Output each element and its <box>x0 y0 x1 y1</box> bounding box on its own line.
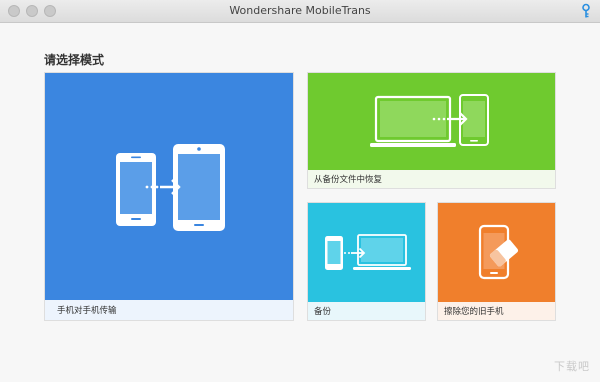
phone-to-phone-label: 手机对手机传输 <box>45 300 293 320</box>
restore-art <box>308 73 555 172</box>
watermark: 下载吧 <box>554 360 590 373</box>
erase-phone-tile[interactable]: 擦除您的旧手机 <box>437 202 556 321</box>
restore-from-backup-tile[interactable]: 从备份文件中恢复 <box>307 72 556 189</box>
phone-to-phone-icon <box>116 144 225 231</box>
section-title: 请选择模式 <box>44 53 105 67</box>
restore-label: 从备份文件中恢复 <box>308 170 555 188</box>
laptop-to-phone-icon <box>370 94 489 147</box>
erase-art <box>438 203 555 304</box>
title-bar: Wondershare MobileTrans <box>0 0 600 23</box>
phone-to-phone-art <box>45 73 293 302</box>
key-icon[interactable] <box>580 3 592 19</box>
backup-label: 备份 <box>308 302 425 320</box>
phone-to-phone-tile[interactable]: 手机对手机传输 <box>44 72 294 321</box>
phone-to-laptop-icon <box>325 234 411 270</box>
window-title: Wondershare MobileTrans <box>229 4 371 17</box>
backup-art <box>308 203 425 304</box>
backup-tile[interactable]: 备份 <box>307 202 426 321</box>
phone-eraser-icon <box>478 224 519 280</box>
erase-label: 擦除您的旧手机 <box>438 302 555 320</box>
